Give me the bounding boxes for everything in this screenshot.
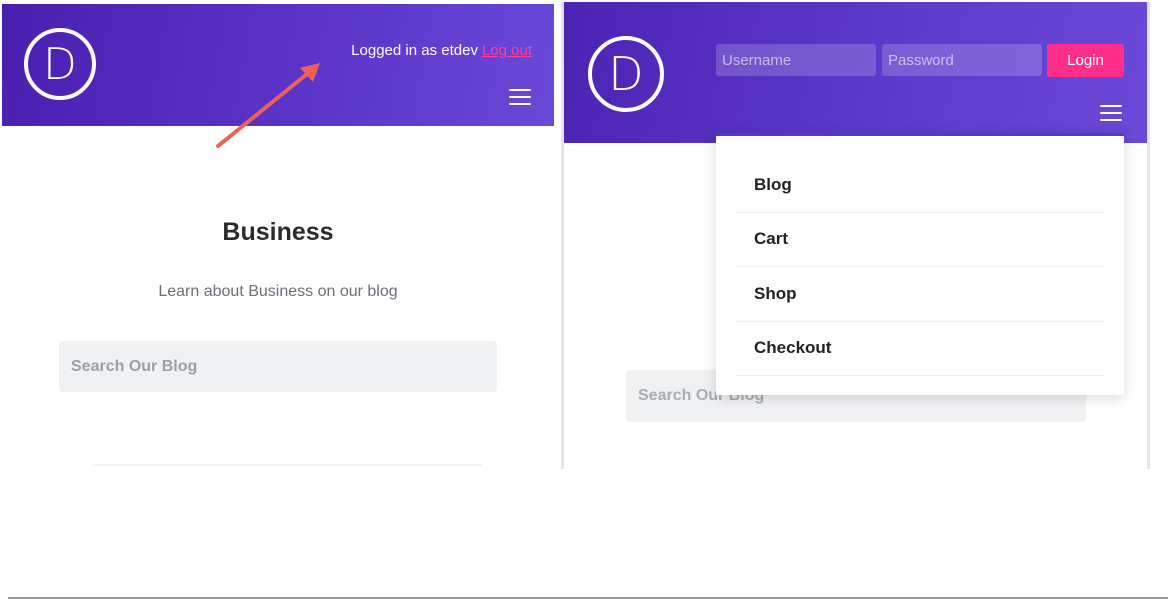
password-input[interactable]: Password — [882, 44, 1042, 76]
logo-letter: D — [43, 38, 77, 90]
username-input[interactable]: Username — [716, 44, 876, 76]
site-logo[interactable]: D — [588, 36, 664, 112]
login-button[interactable]: Login — [1047, 44, 1124, 77]
blog-search-input[interactable]: Search Our Blog — [59, 341, 497, 392]
logout-link[interactable]: Log out — [482, 42, 532, 59]
screenshot-stage: D Logged in as etdev Log out Business Lea… — [0, 0, 1176, 609]
left-panel: D Logged in as etdev Log out Business Lea… — [2, 4, 554, 469]
page-subtitle: Learn about Business on our blog — [158, 283, 398, 300]
right-panel: D Username Password Login Search Our Blo… — [561, 2, 1150, 469]
menu-item-cart[interactable]: Cart — [736, 213, 1104, 267]
arrow-icon — [216, 63, 320, 148]
bottom-divider — [8, 597, 1168, 599]
menu-item-shop[interactable]: Shop — [736, 267, 1104, 322]
divider — [92, 464, 482, 466]
hamburger-icon[interactable] — [509, 89, 531, 105]
nav-dropdown-menu: Blog Cart Shop Checkout — [716, 133, 1124, 395]
hamburger-bar — [1100, 112, 1122, 114]
hamburger-bar — [1100, 105, 1122, 107]
page-title: Business — [222, 218, 334, 246]
logged-in-status: Logged in as etdev Log out — [351, 42, 532, 59]
username-placeholder: Username — [722, 51, 792, 69]
logo-letter: D — [608, 47, 644, 101]
search-placeholder: Search Our Blog — [71, 357, 198, 375]
hamburger-bar — [509, 96, 531, 98]
logged-in-text: Logged in as etdev — [351, 42, 478, 59]
password-placeholder: Password — [888, 51, 954, 69]
arrow-shaft — [216, 68, 314, 148]
site-logo[interactable]: D — [24, 28, 96, 100]
hamburger-bar — [1100, 119, 1122, 121]
login-label: Login — [1067, 52, 1104, 69]
menu-item-checkout[interactable]: Checkout — [736, 322, 1104, 376]
menu-item-blog[interactable]: Blog — [736, 158, 1104, 213]
hamburger-icon[interactable] — [1100, 105, 1122, 121]
site-header: D Username Password Login — [564, 2, 1147, 143]
hamburger-bar — [509, 103, 531, 105]
hamburger-bar — [509, 89, 531, 91]
